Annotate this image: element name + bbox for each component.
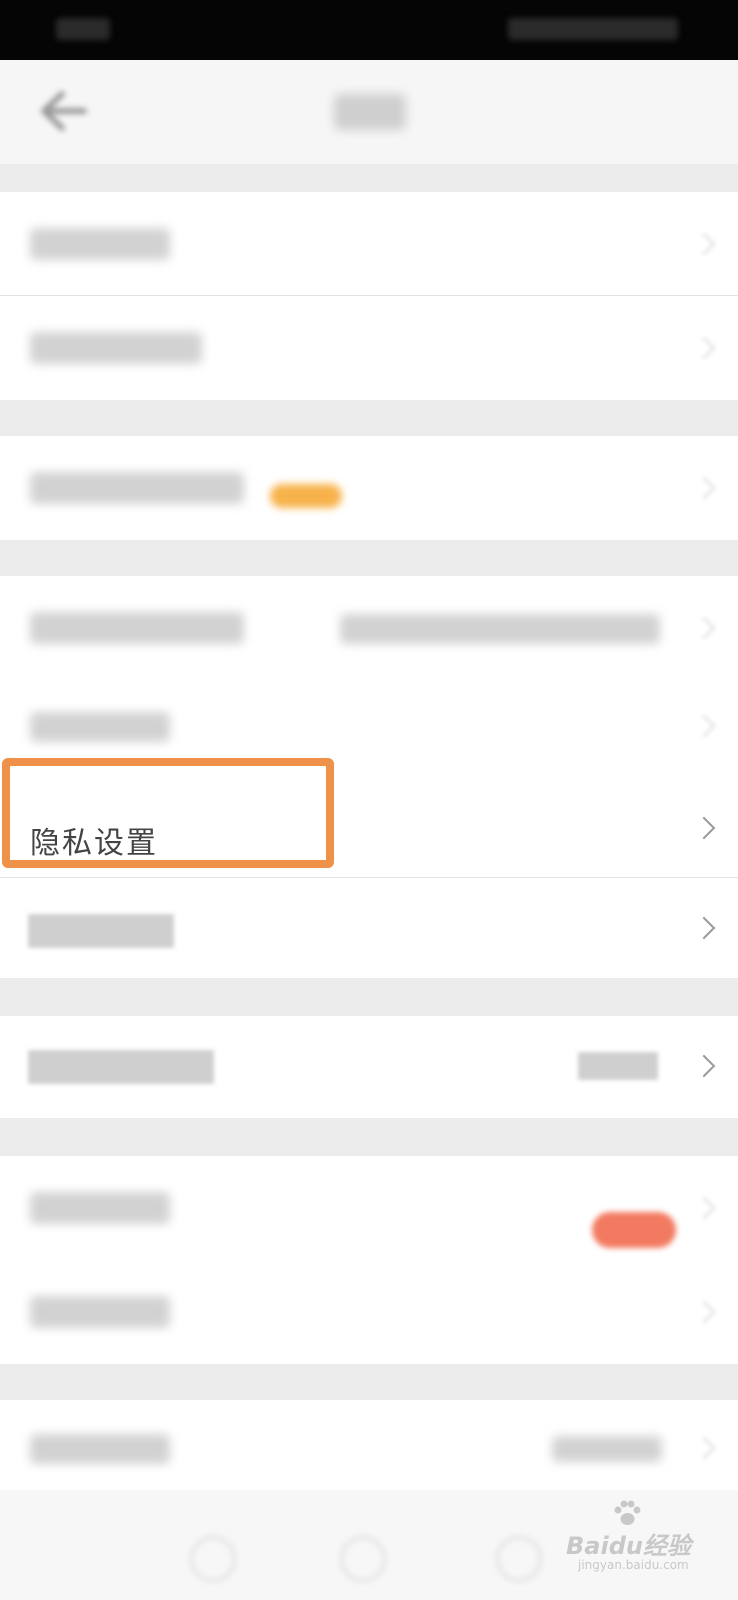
- chevron-right-icon: [692, 1300, 716, 1324]
- item-value: [552, 1436, 662, 1462]
- nav-recents-icon[interactable]: [496, 1536, 542, 1582]
- chevron-right-icon: [692, 232, 716, 256]
- chevron-right-icon: [692, 1196, 716, 1220]
- settings-item[interactable]: [0, 878, 738, 978]
- chevron-right-icon: [692, 616, 716, 640]
- item-label: [28, 914, 174, 948]
- section-gap: [0, 1118, 738, 1156]
- highlight-box: [2, 758, 334, 868]
- status-time: [56, 18, 110, 40]
- settings-item[interactable]: [0, 1260, 738, 1364]
- status-bar: [0, 0, 738, 60]
- chevron-right-icon: [692, 714, 716, 738]
- item-label: [30, 228, 170, 260]
- watermark-domain: jingyan.baidu.com: [578, 1558, 689, 1572]
- section-gap: [0, 1364, 738, 1400]
- settings-item[interactable]: [0, 436, 738, 540]
- item-label: [28, 1050, 214, 1084]
- settings-item[interactable]: [0, 1016, 738, 1118]
- baidu-watermark: Baidu经验 jingyan.baidu.com: [566, 1500, 716, 1572]
- section-gap: [0, 978, 738, 1016]
- item-label: [30, 612, 244, 644]
- chevron-right-icon: [692, 1436, 716, 1460]
- settings-item[interactable]: [0, 576, 738, 682]
- section-gap: [0, 400, 738, 436]
- page-title: [334, 94, 406, 130]
- top-bar: [0, 60, 738, 164]
- item-label: [30, 332, 202, 364]
- section-gap: [0, 164, 738, 192]
- item-label: [30, 1434, 170, 1464]
- chevron-right-icon: [692, 916, 716, 940]
- item-value: [578, 1052, 658, 1080]
- nav-home-icon[interactable]: [340, 1536, 386, 1582]
- settings-item[interactable]: [0, 192, 738, 296]
- section-gap: [0, 540, 738, 576]
- status-icons: [508, 18, 678, 40]
- item-value: [340, 614, 660, 644]
- chevron-right-icon: [692, 1054, 716, 1078]
- settings-item[interactable]: [0, 296, 738, 400]
- chevron-right-icon: [692, 476, 716, 500]
- chevron-right-icon: [692, 336, 716, 360]
- nav-back-icon[interactable]: [190, 1536, 236, 1582]
- back-arrow-icon[interactable]: [32, 86, 88, 136]
- item-label: [30, 1296, 170, 1328]
- item-label: [30, 1192, 170, 1224]
- baidu-paw-icon: [614, 1500, 641, 1525]
- watermark-brand: Baidu经验: [566, 1532, 691, 1560]
- item-label: [30, 472, 244, 504]
- notification-pill: [592, 1212, 676, 1248]
- chevron-right-icon: [692, 816, 716, 840]
- new-badge: [270, 484, 342, 508]
- settings-item[interactable]: [0, 1400, 738, 1490]
- item-label: [30, 712, 170, 742]
